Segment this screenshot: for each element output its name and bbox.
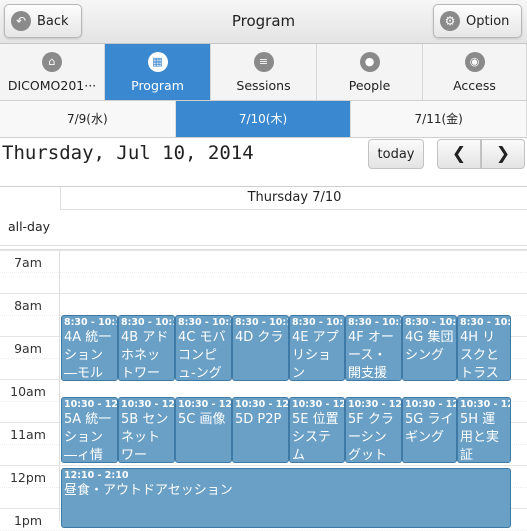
nav-item-access[interactable]: ◉ Access: [423, 44, 527, 100]
event-title: 5F クラーシングットワー: [348, 412, 394, 463]
event-time: 10:30 - 12: [235, 399, 289, 410]
location-icon: ◉: [464, 51, 485, 72]
event-title: 4E アプリション: [292, 330, 339, 381]
person-icon: ●: [359, 51, 380, 72]
event-block[interactable]: 10:30 - 12 5F クラーシングットワー: [345, 397, 402, 463]
event-time: 10:30 - 12: [348, 399, 402, 410]
event-block[interactable]: 8:30 - 10:1 4E アプリション: [289, 315, 345, 381]
event-title: 5E 位置システム: [292, 412, 339, 463]
prev-day-button[interactable]: ❮: [437, 139, 481, 169]
time-label: 7am: [14, 255, 42, 270]
event-title: 4H リスクとトラスト: [460, 330, 500, 381]
time-label: 10am: [10, 384, 46, 399]
event-time: 10:30 - 12: [64, 399, 118, 410]
event-title: 4F オーース・開支援: [348, 330, 394, 381]
event-block[interactable]: 8:30 - 10:1 4H リスクとトラスト: [457, 315, 511, 381]
time-label: 1pm: [13, 513, 43, 528]
event-block[interactable]: 10:30 - 12 5D P2P: [232, 397, 289, 463]
event-block[interactable]: 8:30 - 10:1 4C モバコンピュ-ング: [175, 315, 232, 381]
event-time: 8:30 - 10:1: [460, 317, 511, 328]
event-title: 4A 統一ション―モルとマル: [64, 330, 112, 381]
event-block[interactable]: 8:30 - 10:1 4G 集団シング: [402, 315, 457, 381]
event-title: 5A 統一ション―ィ情報保: [64, 412, 112, 463]
event-title: 昼食・アウトドアセッション: [64, 483, 233, 498]
event-block[interactable]: 10:30 - 12 5G ライギング: [402, 397, 457, 463]
main-navbar: ⌂ DICOMO201··· ▦ Program ≡ Sessions ● People ◉ Ac…: [0, 44, 527, 101]
event-title: 4C モバコンピュ-ング: [178, 330, 226, 381]
allday-row[interactable]: all-day: [0, 209, 527, 246]
event-title: 5B センネットワー: [121, 412, 169, 463]
next-day-button[interactable]: ❯: [481, 139, 525, 169]
nav-item-sessions[interactable]: ≡ Sessions: [211, 44, 317, 100]
gear-icon: ⚙: [440, 11, 460, 31]
time-label: 8am: [14, 298, 42, 313]
event-time: 10:30 - 12: [121, 399, 175, 410]
nav-item-label: DICOMO201···: [7, 77, 97, 93]
time-label: 11am: [10, 427, 46, 442]
event-time: 8:30 - 10:1: [178, 317, 232, 328]
event-time: 12:10 - 2:10: [64, 470, 129, 481]
event-time: 10:30 - 12: [460, 399, 511, 410]
time-grid[interactable]: 7am 8am 9am 10am 11am 12pm 1pm 8:30 - 10:1 4A 統一…: [0, 249, 527, 531]
event-time: 10:30 - 12: [292, 399, 345, 410]
date-tab-0[interactable]: 7/9(水): [0, 101, 176, 137]
time-axis-divider: [59, 250, 60, 521]
time-label: 12pm: [9, 470, 47, 485]
event-time: 8:30 - 10:1: [405, 317, 457, 328]
event-time: 8:30 - 10:1: [235, 317, 289, 328]
today-button[interactable]: today: [368, 139, 424, 169]
event-block[interactable]: 10:30 - 12 5A 統一ション―ィ情報保: [61, 397, 118, 463]
event-title: 4G 集団シング: [405, 330, 454, 363]
event-block[interactable]: 10:30 - 12 5E 位置システム: [289, 397, 345, 463]
option-button-label: Option: [466, 13, 510, 29]
allday-label: all-day: [7, 219, 51, 234]
time-label: 9am: [14, 341, 42, 356]
event-title: 5D P2P: [235, 412, 282, 427]
event-block[interactable]: 10:30 - 12 5B センネットワー: [118, 397, 175, 463]
event-title: 4B アドホネットワー: [121, 330, 169, 381]
day-heading: Thursday, Jul 10, 2014: [2, 142, 254, 164]
event-time: 8:30 - 10:1: [64, 317, 118, 328]
event-block[interactable]: 8:30 - 10:1 4D クラ: [232, 315, 289, 381]
event-time: 8:30 - 10:1: [348, 317, 402, 328]
event-time: 8:30 - 10:1: [292, 317, 345, 328]
event-title: 4D クラ: [235, 330, 284, 345]
nav-item-label: Program: [131, 77, 184, 93]
event-block[interactable]: 10:30 - 12 5H 運用と実証: [457, 397, 511, 463]
nav-item-label: Access: [453, 77, 496, 93]
event-block[interactable]: 10:30 - 12 5C 画像: [175, 397, 232, 463]
nav-item-label: Sessions: [236, 77, 291, 93]
half-hour-line: [0, 529, 527, 531]
hour-line: [0, 293, 527, 294]
half-hour-line: [0, 271, 527, 273]
nav-item-program[interactable]: ▦ Program: [105, 44, 211, 100]
event-time: 8:30 - 10:1: [121, 317, 175, 328]
event-block[interactable]: 8:30 - 10:1 4F オーース・開支援: [345, 315, 402, 381]
chevron-left-icon: ❮: [451, 144, 467, 164]
calendar-column-header: Thursday 7/10: [60, 187, 527, 210]
date-tab-1[interactable]: 7/10(木): [175, 101, 352, 137]
event-block[interactable]: 12:10 - 2:10 昼食・アウトドアセッション: [61, 468, 511, 528]
event-title: 5C 画像: [178, 412, 226, 427]
nav-item-people[interactable]: ● People: [317, 44, 423, 100]
top-toolbar: ↶ Back Program ⚙ Option: [0, 0, 527, 44]
event-block[interactable]: 8:30 - 10:1 4A 統一ション―モルとマル: [61, 315, 118, 381]
hour-line: [0, 250, 527, 251]
date-tabs: 7/9(水) 7/10(木) 7/11(金): [0, 101, 527, 138]
event-title: 5H 運用と実証: [460, 412, 500, 463]
event-block[interactable]: 8:30 - 10:1 4B アドホネットワー: [118, 315, 175, 381]
calendar-icon: ▦: [147, 51, 168, 72]
day-calendar: Thursday 7/10 all-day 7am 8am 9am 10am 11am 1…: [0, 186, 527, 531]
nav-item-label: People: [348, 77, 391, 93]
list-icon: ≡: [253, 51, 274, 72]
home-icon: ⌂: [42, 51, 62, 72]
nav-item-dicomo201[interactable]: ⌂ DICOMO201···: [0, 44, 105, 100]
event-title: 5G ライギング: [405, 412, 454, 445]
chevron-right-icon: ❯: [495, 144, 511, 164]
event-time: 10:30 - 12: [405, 399, 457, 410]
hour-line: [0, 465, 527, 466]
date-tab-2[interactable]: 7/11(金): [351, 101, 527, 137]
event-time: 10:30 - 12: [178, 399, 232, 410]
option-button[interactable]: ⚙ Option: [433, 4, 522, 38]
